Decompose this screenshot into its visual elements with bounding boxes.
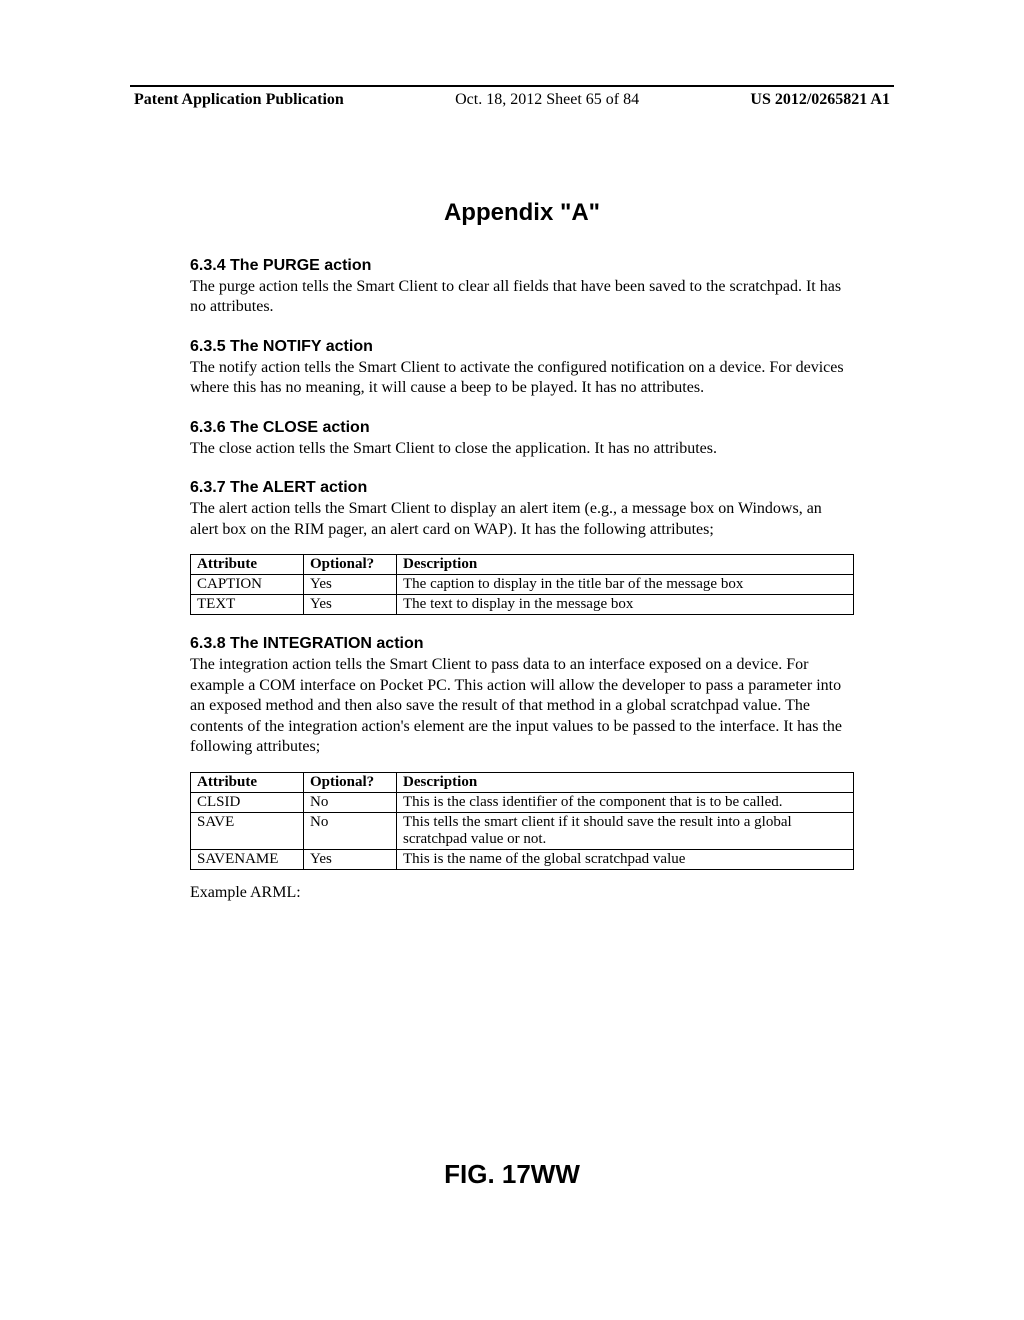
figure-label: FIG. 17WW	[0, 1159, 1024, 1190]
table-row: SAVE No This tells the smart client if i…	[191, 812, 854, 849]
table-row: SAVENAME Yes This is the name of the glo…	[191, 849, 854, 869]
cell-opt: Yes	[304, 849, 397, 869]
alert-attributes-table: Attribute Optional? Description CAPTION …	[190, 554, 854, 615]
header-left: Patent Application Publication	[134, 91, 344, 109]
cell-attr: CAPTION	[191, 575, 304, 595]
cell-attr: SAVENAME	[191, 849, 304, 869]
cell-opt: Yes	[304, 595, 397, 615]
section-body-638: The integration action tells the Smart C…	[190, 655, 854, 757]
cell-opt: No	[304, 812, 397, 849]
cell-desc: The text to display in the message box	[397, 595, 854, 615]
section-heading-637: 6.3.7 The ALERT action	[190, 479, 854, 497]
table-header-row: Attribute Optional? Description	[191, 772, 854, 792]
cell-desc: This tells the smart client if it should…	[397, 812, 854, 849]
cell-opt: No	[304, 792, 397, 812]
page-container: Patent Application Publication Oct. 18, …	[0, 0, 1024, 902]
th-attribute: Attribute	[191, 555, 304, 575]
cell-attr: CLSID	[191, 792, 304, 812]
section-heading-638: 6.3.8 The INTEGRATION action	[190, 635, 854, 653]
header-center: Oct. 18, 2012 Sheet 65 of 84	[455, 91, 639, 109]
header-right: US 2012/0265821 A1	[750, 91, 890, 109]
cell-desc: This is the class identifier of the comp…	[397, 792, 854, 812]
section-heading-636: 6.3.6 The CLOSE action	[190, 419, 854, 437]
section-heading-634: 6.3.4 The PURGE action	[190, 257, 854, 275]
header-rule	[130, 85, 894, 87]
table-row: CLSID No This is the class identifier of…	[191, 792, 854, 812]
section-body-637: The alert action tells the Smart Client …	[190, 499, 854, 540]
th-description: Description	[397, 555, 854, 575]
section-body-635: The notify action tells the Smart Client…	[190, 358, 854, 399]
page-header: Patent Application Publication Oct. 18, …	[130, 91, 894, 109]
section-body-634: The purge action tells the Smart Client …	[190, 277, 854, 318]
table-row: CAPTION Yes The caption to display in th…	[191, 575, 854, 595]
cell-attr: TEXT	[191, 595, 304, 615]
section-heading-635: 6.3.5 The NOTIFY action	[190, 338, 854, 356]
section-body-636: The close action tells the Smart Client …	[190, 439, 854, 459]
table-header-row: Attribute Optional? Description	[191, 555, 854, 575]
appendix-title: Appendix "A"	[190, 199, 854, 227]
th-optional: Optional?	[304, 772, 397, 792]
cell-desc: This is the name of the global scratchpa…	[397, 849, 854, 869]
cell-opt: Yes	[304, 575, 397, 595]
cell-attr: SAVE	[191, 812, 304, 849]
table-row: TEXT Yes The text to display in the mess…	[191, 595, 854, 615]
integration-attributes-table: Attribute Optional? Description CLSID No…	[190, 772, 854, 870]
th-description: Description	[397, 772, 854, 792]
th-optional: Optional?	[304, 555, 397, 575]
example-arml-label: Example ARML:	[190, 884, 854, 902]
th-attribute: Attribute	[191, 772, 304, 792]
cell-desc: The caption to display in the title bar …	[397, 575, 854, 595]
content-area: Appendix "A" 6.3.4 The PURGE action The …	[130, 109, 894, 902]
